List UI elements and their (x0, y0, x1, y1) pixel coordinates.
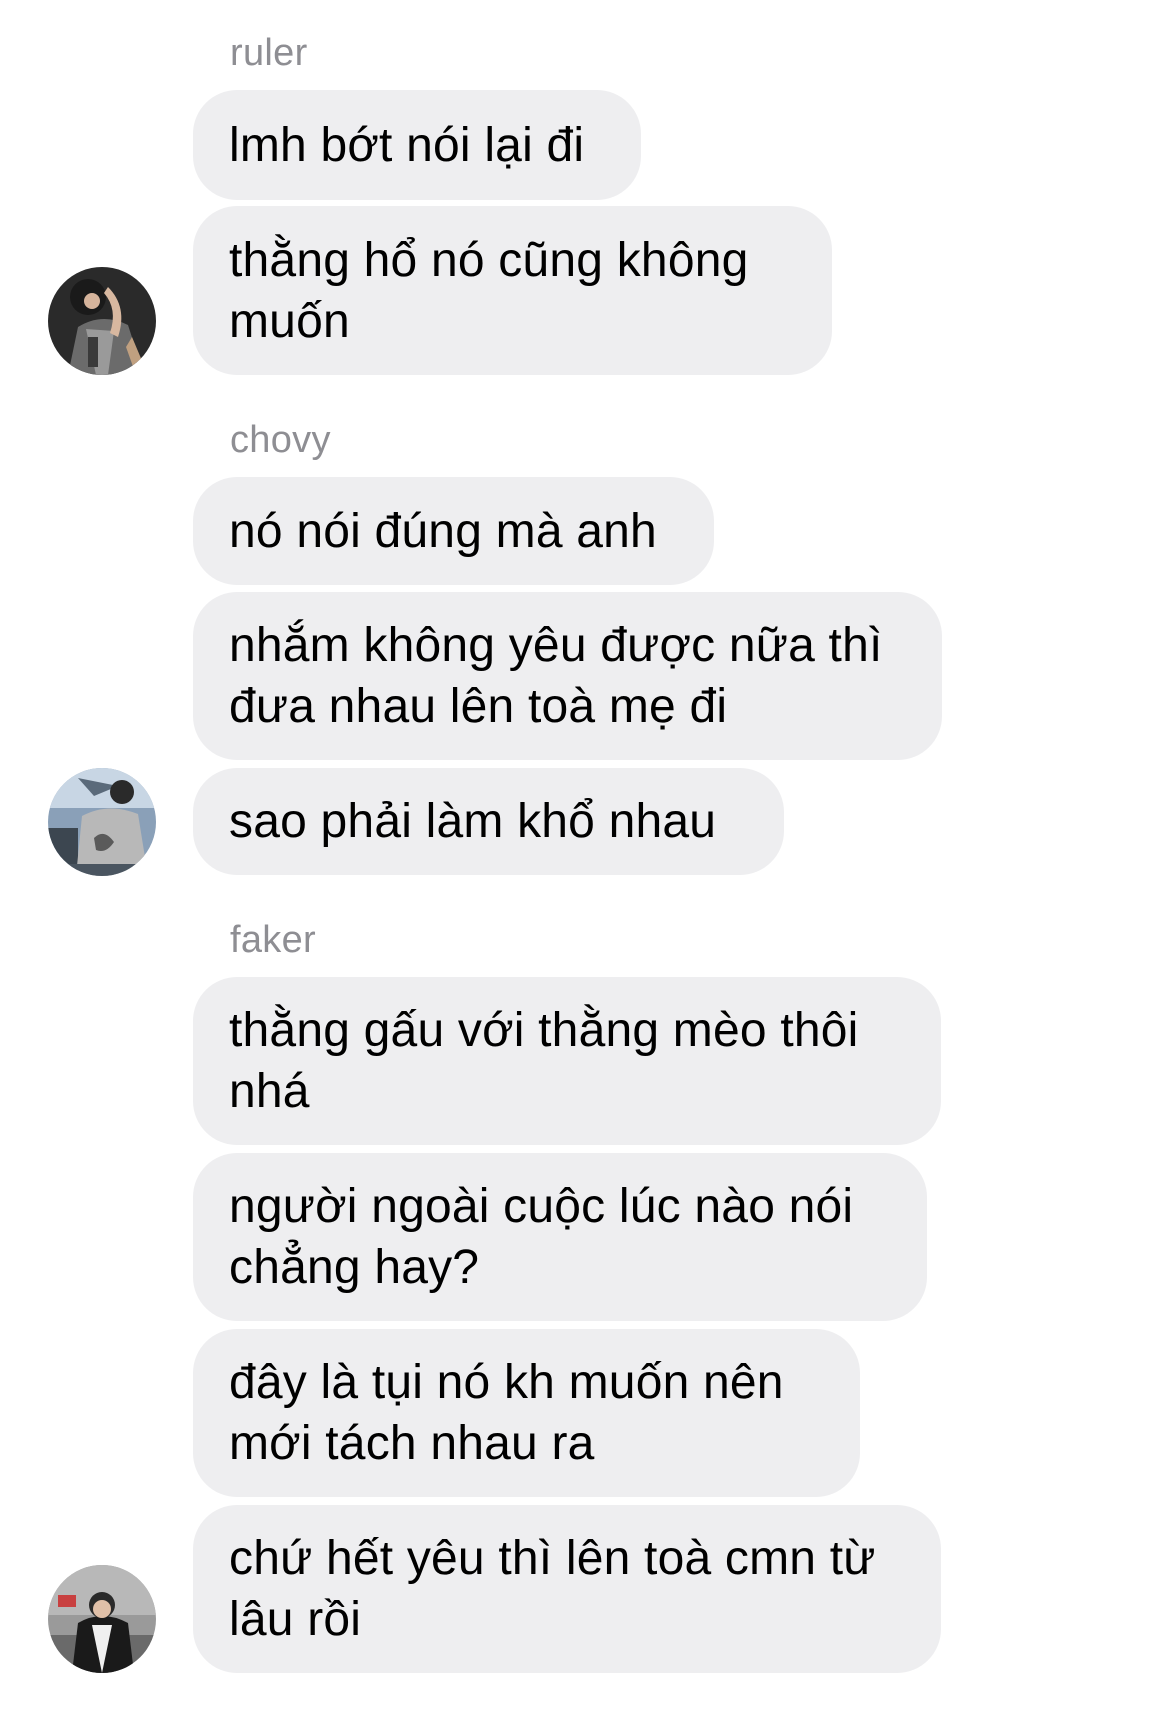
profile-photo-avatar-icon (48, 1565, 156, 1673)
sender-name: ruler (230, 32, 308, 74)
sender-name: chovy (230, 419, 331, 461)
sender-avatar-faker[interactable] (48, 1565, 156, 1673)
sender-avatar-chovy[interactable] (48, 768, 156, 876)
profile-photo-avatar-icon (48, 267, 156, 375)
message-bubble[interactable]: nó nói đúng mà anh (193, 477, 714, 585)
message-bubble[interactable]: sao phải làm khổ nhau (193, 768, 784, 875)
message-bubble[interactable]: người ngoài cuộc lúc nào nói chẳng hay? (193, 1153, 927, 1321)
message-bubble[interactable]: thằng hổ nó cũng không muốn (193, 206, 832, 375)
message-bubble[interactable]: đây là tụi nó kh muốn nên mới tách nhau … (193, 1329, 860, 1497)
message-bubble[interactable]: lmh bớt nói lại đi (193, 90, 641, 200)
sender-avatar-ruler[interactable] (48, 267, 156, 375)
profile-photo-avatar-icon (48, 768, 156, 876)
message-bubble[interactable]: nhắm không yêu được nữa thì đưa nhau lên… (193, 592, 942, 760)
chat-thread: ruler lmh bớt nói lại đi thằng hổ nó cũn… (0, 0, 1170, 1715)
message-bubble[interactable]: chứ hết yêu thì lên toà cmn từ lâu rồi (193, 1505, 941, 1673)
sender-name: faker (230, 919, 316, 961)
message-bubble[interactable]: thằng gấu với thằng mèo thôi nhá (193, 977, 941, 1145)
